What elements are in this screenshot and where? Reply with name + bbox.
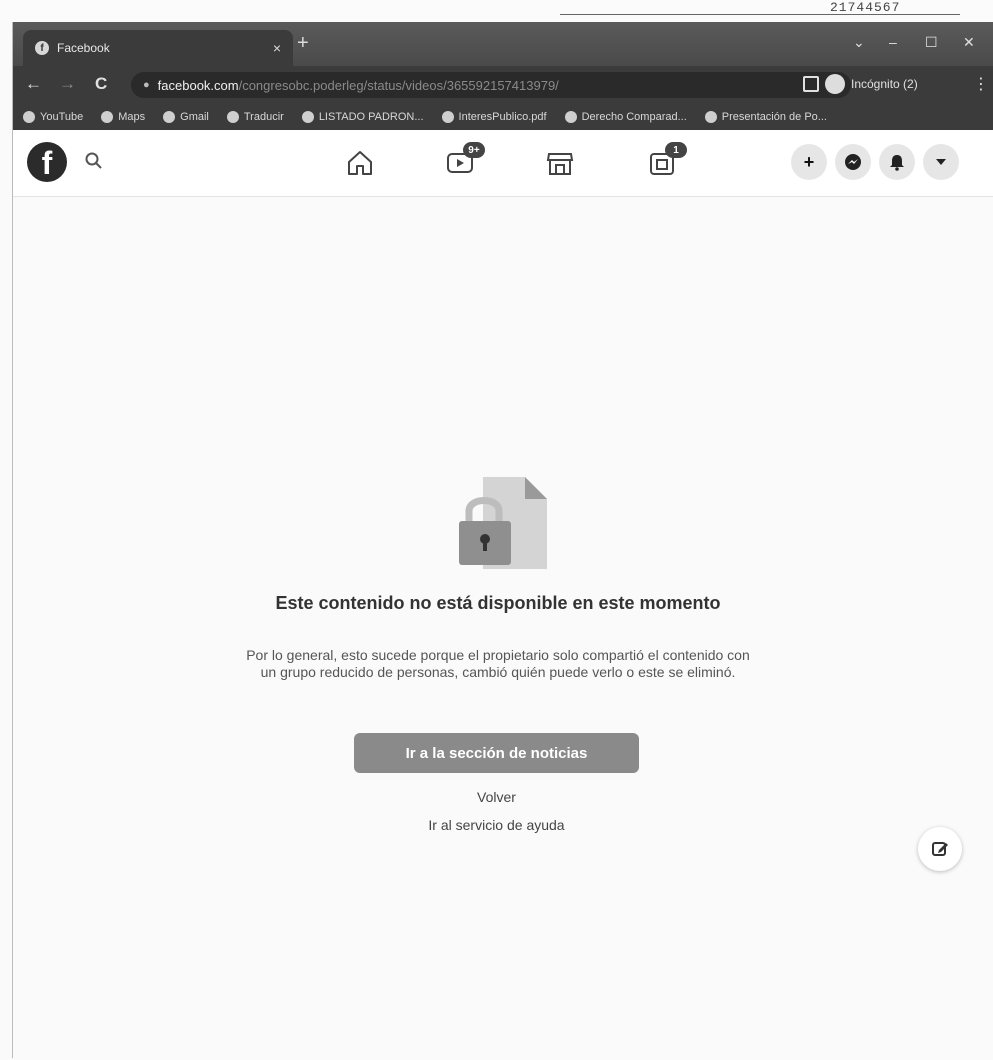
browser-window: f Facebook × + ⌄ – ☐ ✕ ← → C ● facebook.… [12, 22, 993, 1058]
bookmark-label: LISTADO PADRON... [318, 111, 424, 123]
side-panel-icon[interactable] [803, 76, 819, 92]
new-message-button[interactable] [918, 827, 962, 871]
close-window-button[interactable]: ✕ [963, 34, 975, 51]
url-host: facebook.com [157, 77, 239, 93]
notifications-button[interactable] [879, 144, 915, 180]
edit-icon [932, 842, 948, 856]
facebook-logo[interactable]: f [27, 142, 67, 182]
globe-icon [704, 111, 717, 123]
error-title: Este contenido no está disponible en est… [275, 593, 721, 613]
bookmark-label: Maps [118, 111, 146, 123]
globe-icon [564, 111, 577, 123]
maximize-button[interactable]: ☐ [925, 34, 938, 51]
youtube-icon [23, 111, 35, 123]
bookmark-interes-publico[interactable]: InteresPublico.pdf [441, 111, 547, 123]
bookmark-label: Derecho Comparad... [581, 111, 687, 123]
gmail-icon [163, 111, 176, 123]
incognito-icon [825, 74, 845, 94]
chevron-down-icon [936, 159, 946, 165]
bookmarks-bar: YouTube Maps Gmail Traducir LISTADO PADR… [13, 104, 993, 130]
locked-content-icon [459, 477, 547, 569]
bookmark-youtube[interactable]: YouTube [23, 111, 83, 123]
messenger-icon [845, 154, 861, 170]
error-description: Por lo general, esto sucede porque el pr… [246, 647, 750, 680]
facebook-favicon-icon: f [35, 41, 49, 55]
globe-icon [441, 111, 454, 123]
reload-button[interactable]: C [95, 74, 107, 94]
tab-facebook[interactable]: f Facebook × [23, 30, 293, 66]
go-to-news-feed-button[interactable]: Ir a la sección de noticias [354, 733, 639, 773]
bookmark-label: Presentación de Po... [721, 111, 827, 123]
incognito-label: Incógnito (2) [851, 77, 918, 91]
watch-badge: 9+ [463, 142, 485, 158]
bell-icon [890, 155, 904, 171]
gaming-tab[interactable]: 1 [645, 142, 687, 180]
back-button[interactable]: ← [25, 74, 42, 94]
messenger-button[interactable] [835, 144, 871, 180]
bookmark-presentacion[interactable]: Presentación de Po... [704, 111, 827, 123]
minimize-button[interactable]: – [889, 34, 897, 50]
search-icon[interactable] [83, 150, 105, 172]
bookmark-gmail[interactable]: Gmail [163, 111, 209, 123]
address-bar[interactable]: ● facebook.com /congresobc.poderleg/stat… [131, 72, 851, 98]
new-tab-button[interactable]: + [297, 32, 309, 55]
marketplace-icon[interactable] [543, 146, 577, 180]
lock-icon: ● [143, 79, 150, 91]
incognito-indicator[interactable]: Incógnito (2) [825, 74, 918, 94]
watch-tab[interactable]: 9+ [443, 142, 485, 180]
back-link[interactable]: Volver [354, 789, 639, 805]
facebook-header: f 9+ 1 + [13, 130, 993, 197]
scan-margin: 21744567 [0, 0, 993, 22]
bookmark-maps[interactable]: Maps [101, 111, 145, 123]
browser-toolbar: ← → C ● facebook.com /congresobc.poderle… [13, 66, 993, 104]
tab-search-icon[interactable]: ⌄ [853, 34, 865, 51]
tab-title: Facebook [57, 41, 110, 55]
bookmark-traducir[interactable]: Traducir [226, 111, 284, 123]
url-path: /congresobc.poderleg/status/videos/36559… [238, 77, 559, 93]
scan-corner-text: 21744567 [830, 0, 901, 15]
forward-button[interactable]: → [59, 74, 76, 94]
browser-menu-icon[interactable]: ⋮ [973, 74, 989, 94]
bookmark-listado-padron[interactable]: LISTADO PADRON... [301, 111, 424, 123]
bookmark-label: YouTube [40, 111, 84, 123]
create-button[interactable]: + [791, 144, 827, 180]
help-center-link[interactable]: Ir al servicio de ayuda [354, 817, 639, 833]
home-icon[interactable] [343, 146, 377, 180]
bookmark-label: InteresPublico.pdf [458, 111, 547, 123]
gaming-badge: 1 [665, 142, 687, 158]
tab-close-icon[interactable]: × [273, 40, 281, 56]
globe-icon [301, 111, 314, 123]
main-content: Este contenido no está disponible en est… [13, 197, 993, 1058]
translate-icon [226, 111, 239, 123]
bookmark-label: Traducir [243, 111, 284, 123]
tab-bar: f Facebook × + ⌄ – ☐ ✕ [13, 22, 993, 66]
bookmark-derecho-comparado[interactable]: Derecho Comparad... [564, 111, 687, 123]
bookmark-label: Gmail [180, 111, 209, 123]
maps-icon [101, 111, 114, 123]
account-menu-button[interactable] [923, 144, 959, 180]
